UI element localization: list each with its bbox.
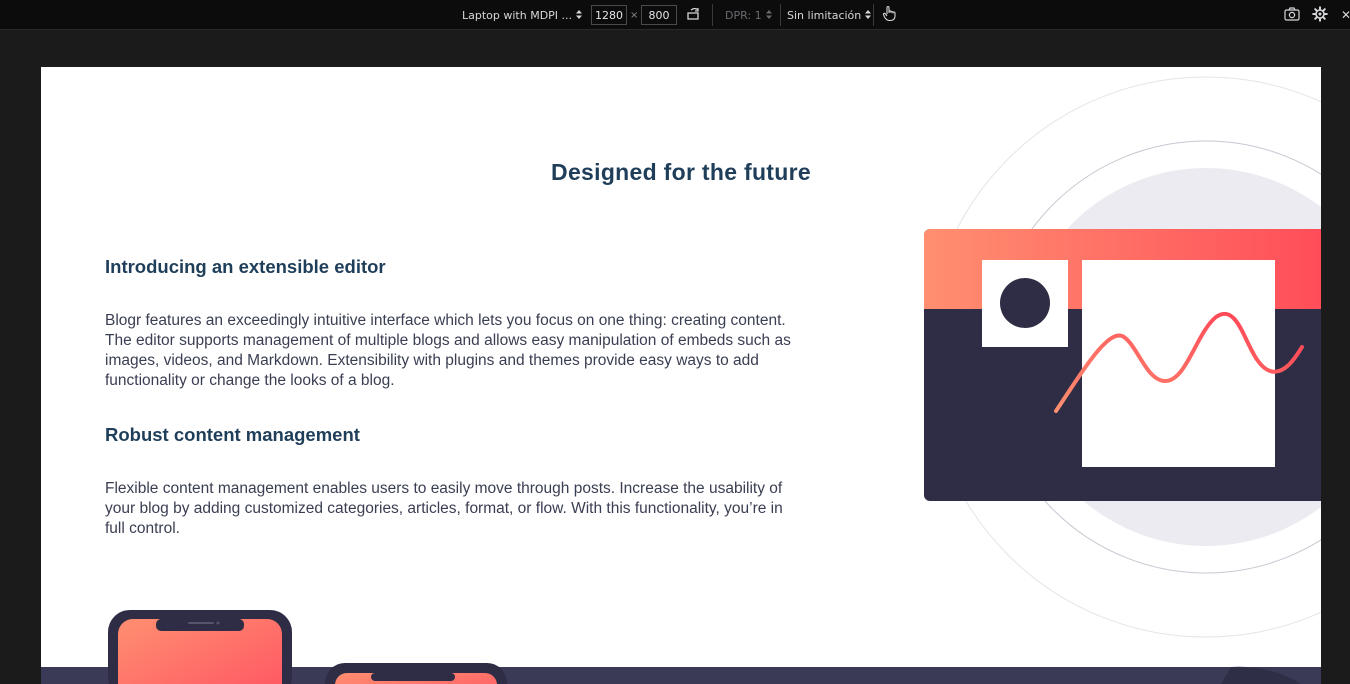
gear-icon [1312, 5, 1328, 25]
device-label: Laptop with MDPI ... [462, 8, 573, 22]
toolbar-divider [712, 4, 713, 26]
close-button[interactable]: ✕ [1341, 0, 1350, 30]
rotate-icon [686, 7, 702, 24]
viewport-height-input[interactable]: 800 [641, 5, 677, 25]
device-selector[interactable]: Laptop with MDPI ... [462, 0, 583, 30]
feature-body: Flexible content management enables user… [105, 480, 783, 537]
feature-heading: Introducing an extensible editor [105, 256, 386, 277]
responsive-toolbar: Laptop with MDPI ... 1280 × 800 DPR: 1 S… [0, 0, 1350, 30]
camera-icon [1284, 6, 1300, 24]
close-icon: ✕ [1341, 8, 1350, 22]
feature-body: Blogr features an exceedingly intuitive … [105, 312, 791, 389]
throttle-label: Sin limitación [787, 8, 862, 22]
phones-section [41, 610, 1321, 684]
dpr-selector[interactable]: DPR: 1 [725, 0, 772, 30]
chevron-updown-icon [865, 9, 872, 21]
touch-simulation-button[interactable] [881, 0, 897, 30]
throttle-selector[interactable]: Sin limitación [787, 0, 872, 30]
dpr-label: DPR: 1 [725, 8, 762, 22]
feature-heading: Robust content management [105, 424, 360, 445]
touch-icon [881, 5, 897, 25]
viewport-width-input[interactable]: 1280 [591, 5, 627, 25]
section-title: Designed for the future [551, 159, 811, 185]
rotate-button[interactable] [686, 0, 702, 30]
chevron-updown-icon [576, 9, 583, 21]
screenshot-button[interactable] [1284, 0, 1300, 30]
settings-button[interactable] [1312, 0, 1328, 30]
times-sign: × [630, 9, 639, 21]
page-viewport: Designed for the future Introducing an e… [41, 67, 1321, 684]
editor-illustration [924, 229, 1321, 501]
toolbar-divider [780, 4, 781, 26]
chevron-updown-icon [765, 9, 772, 21]
toolbar-divider [873, 4, 874, 26]
